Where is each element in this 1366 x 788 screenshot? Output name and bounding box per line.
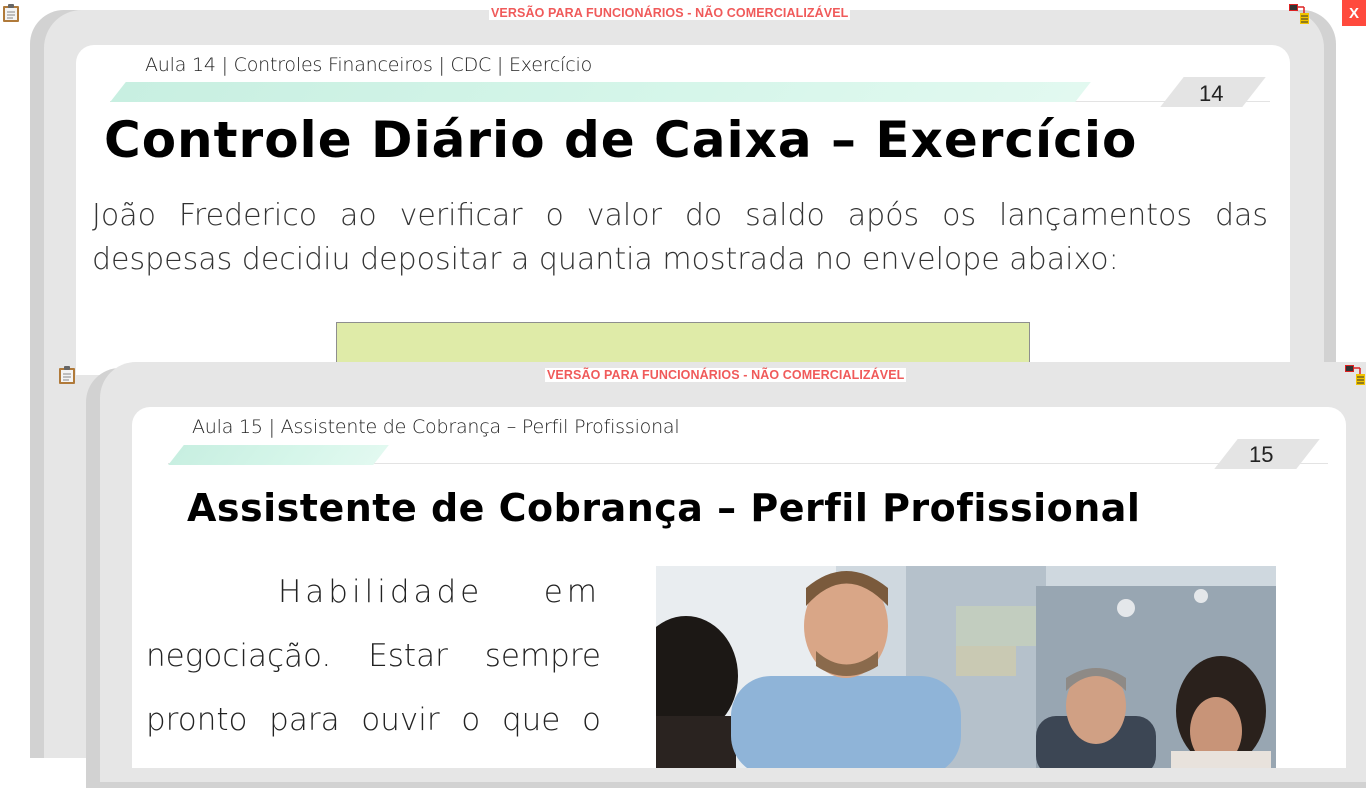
network-icon[interactable]	[1344, 364, 1366, 386]
clipboard-icon[interactable]	[2, 3, 20, 23]
slide-15-title: Assistente de Cobrança – Perfil Profissi…	[187, 486, 1141, 530]
slide-14-breadcrumb: Aula 14 | Controles Financeiros | CDC | …	[145, 54, 592, 76]
paragraph-line: Habilidade em	[278, 574, 601, 610]
slide-14-title: Controle Diário de Caixa – Exercício	[104, 111, 1138, 169]
paragraph-line: negociação. Estar sempre	[146, 638, 601, 674]
business-meeting-photo	[656, 566, 1276, 768]
paragraph-line: pronto para ouvir o que o	[146, 702, 601, 738]
watermark-label: VERSÃO PARA FUNCIONÁRIOS - NÃO COMERCIAL…	[545, 368, 907, 382]
slide-14-paragraph: João Frederico ao verificar o valor do s…	[92, 198, 1268, 277]
header-band	[110, 82, 1091, 102]
page-number: 15	[1249, 442, 1274, 467]
network-icon[interactable]	[1288, 3, 1310, 25]
page-number: 14	[1199, 81, 1224, 106]
close-button[interactable]: X	[1342, 0, 1366, 26]
slide-15-breadcrumb: Aula 15 | Assistente de Cobrança – Perfi…	[192, 416, 680, 438]
clipboard-icon[interactable]	[58, 365, 76, 385]
watermark-label: VERSÃO PARA FUNCIONÁRIOS - NÃO COMERCIAL…	[489, 6, 851, 20]
header-band	[168, 445, 389, 465]
slide-15-paragraph: Habilidade em negociação. Estar sempre p…	[146, 570, 601, 762]
